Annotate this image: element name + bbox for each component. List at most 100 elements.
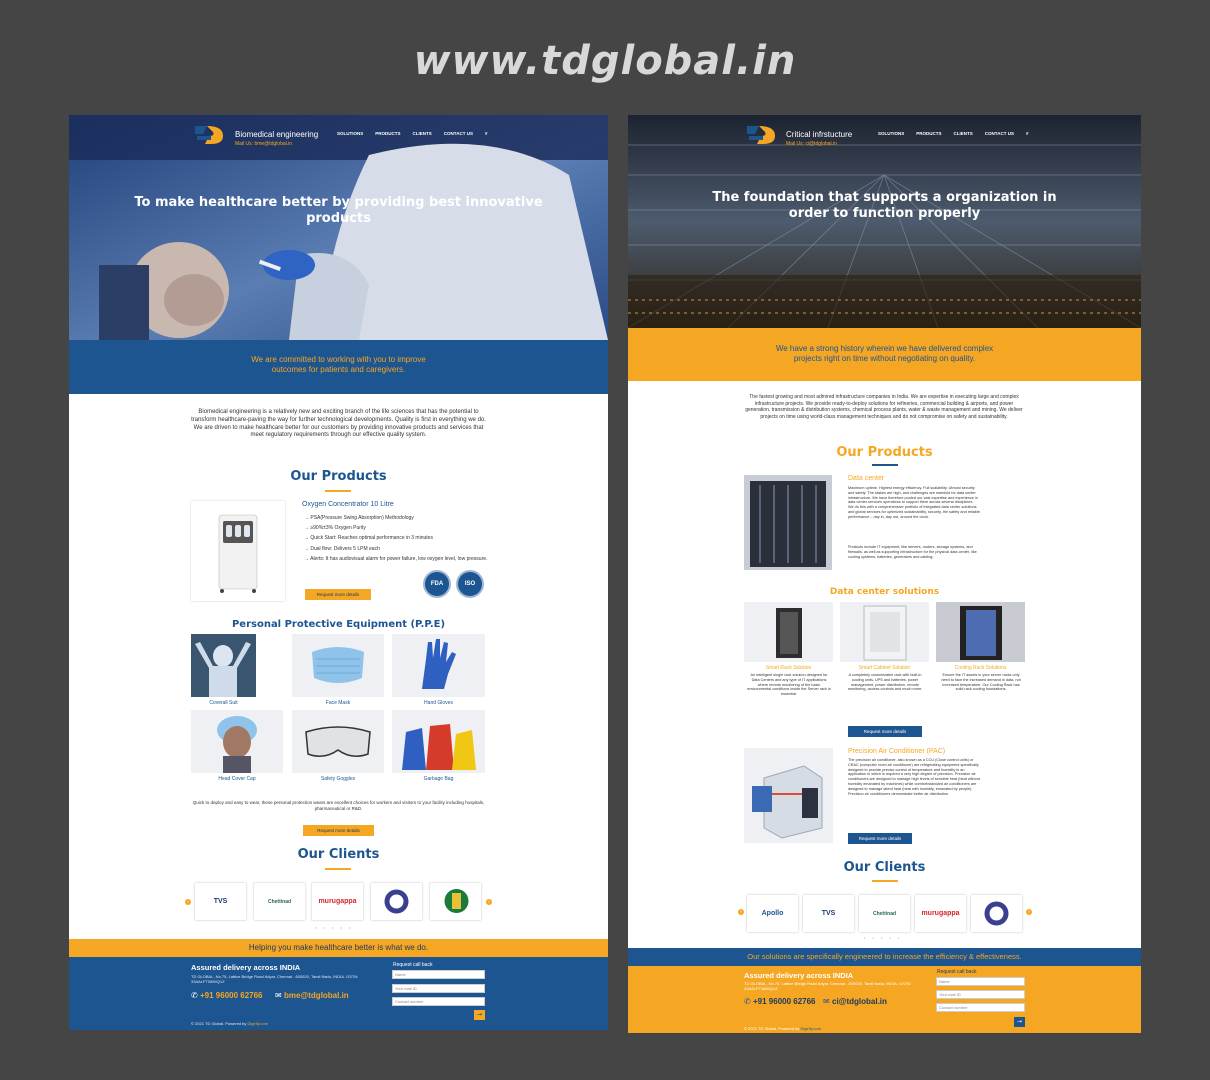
ppe-caption: Coverall Suit [209, 700, 238, 706]
client-logo-apollo: Apollo [747, 895, 798, 932]
clients-next-arrow[interactable]: › [1026, 909, 1032, 915]
intro-paragraph: The fastest growing and most admired inf… [745, 394, 1023, 420]
dc-solutions-heading: Data center solutions [829, 587, 940, 597]
footer-phone[interactable]: +91 96000 62766 [753, 997, 816, 1006]
nav-clients[interactable]: CLIENTS [413, 131, 432, 136]
pac-image [744, 748, 833, 843]
cooling-rack-image [936, 602, 1025, 662]
feature-item: → PSA(Pressure Swing Absorption) Methodo… [304, 515, 414, 521]
powered-by-link[interactable]: Digirify.com [247, 1021, 268, 1026]
hero-title: To make healthcare better by providing b… [134, 195, 543, 226]
clients-prev-arrow[interactable]: ‹ [185, 899, 191, 905]
name-input[interactable]: Name [936, 977, 1025, 986]
client-logo-chettinad: Chettinad [859, 895, 910, 932]
products-heading: Our Products [836, 445, 933, 460]
client-logo-tvs: TVS [195, 883, 246, 920]
footer-email[interactable]: bme@tdglobal.in [284, 991, 349, 1000]
clients-heading: Our Clients [297, 847, 380, 862]
nav-hash-link[interactable]: # [485, 131, 488, 136]
copyright-label: © 2021 TD Global. Powered by [191, 1021, 247, 1026]
oxygen-concentrator-image [191, 501, 285, 601]
commitment-text: We are committed to working with you to … [251, 355, 426, 374]
footer-address: TD GLOBAL, No.75, Lattice Bridge Road Ad… [191, 974, 359, 984]
nav-products[interactable]: PRODUCTS [916, 131, 941, 136]
submit-button[interactable]: → [474, 1010, 485, 1020]
nav-links: SOLUTIONS PRODUCTS CLIENTS CONTACT US # [878, 131, 1028, 136]
td-global-logo [195, 126, 223, 144]
mail-input[interactable]: Your mail ID [936, 990, 1025, 999]
coverall-suit-image [191, 634, 256, 697]
smart-rack-image [744, 602, 833, 662]
footer-address: TD GLOBAL, No.75, Lattice Bridge Road Ad… [744, 981, 912, 991]
request-details-button[interactable]: Request more details [303, 825, 374, 836]
footer-heading: Assured delivery across INDIA [744, 971, 854, 980]
product-name: Oxygen Concentrator 10 Litre [302, 501, 394, 508]
nav-clients[interactable]: CLIENTS [954, 131, 973, 136]
brand-mail-link[interactable]: Mail Us: bme@tdglobal.in [235, 141, 292, 147]
footer-tagline: Our solutions are specifically engineere… [747, 952, 1022, 961]
copyright-text: © 2021 TD Global. Powered by Digirify.co… [191, 1021, 268, 1026]
callback-label: Request call back [937, 969, 977, 975]
powered-by-link[interactable]: Digirify.com [800, 1026, 821, 1031]
dc-description: Maximum uptime. Highest energy efficienc… [848, 486, 980, 519]
mail-icon: ✉ [823, 997, 830, 1006]
carousel-dots[interactable]: • • • • • [864, 935, 902, 940]
footer-tagline: Helping you make healthcare better is wh… [248, 943, 429, 952]
nav-products[interactable]: PRODUCTS [375, 131, 400, 136]
nav-links: SOLUTIONS PRODUCTS CLIENTS CONTACT US # [337, 131, 487, 136]
solution-caption: Cooling Rack Solutions [954, 665, 1007, 671]
solution-description: Ensure the IT assets in your server rack… [941, 673, 1021, 692]
client-logo-chettinad: Chettinad [254, 883, 305, 920]
dc-title: Data center [848, 475, 885, 482]
railways-emblem-icon [984, 901, 1009, 926]
nav-contact-us[interactable]: CONTACT US [985, 131, 1014, 136]
clients-next-arrow[interactable]: › [486, 899, 492, 905]
nav-hash-link[interactable]: # [1026, 131, 1029, 136]
ppe-caption: Garbage Bag [423, 776, 454, 782]
name-input[interactable]: Name [392, 970, 485, 979]
footer: Assured delivery across INDIA TD GLOBAL,… [69, 957, 608, 1030]
ppe-caption: Safety Goggles [320, 776, 356, 782]
top-nav: Biomedical engineering Mail Us: bme@tdgl… [69, 121, 608, 151]
dc-products-description: Products include IT equipment, like serv… [848, 545, 977, 559]
client-logo-murugappa: murugappa [312, 883, 363, 920]
footer: Assured delivery across INDIA TD GLOBAL,… [628, 966, 1141, 1033]
carousel-dots[interactable]: • • • • • [315, 925, 353, 930]
mail-input[interactable]: Your mail ID [392, 984, 485, 993]
pac-title: Precision Air Conditioner (PAC) [848, 748, 946, 755]
contact-number-input[interactable]: Contact number [392, 997, 485, 1006]
hero-title: The foundation that supports a organizat… [712, 190, 1057, 221]
nav-solutions[interactable]: SOLUTIONS [337, 131, 363, 136]
feature-item: → Quick Start: Reaches optimal performan… [304, 535, 433, 542]
solution-description: An intelligent single rack solution desi… [747, 673, 831, 697]
smart-cabinet-image [840, 602, 929, 662]
products-underline [325, 490, 351, 492]
intro-paragraph: Biomedical engineering is a relatively n… [191, 409, 486, 439]
critical-infrastructure-page-screenshot: Critical infrstucture Mail Us: ci@tdglob… [628, 115, 1141, 1033]
history-text: We have a strong history wherein we have… [775, 344, 994, 363]
submit-button[interactable]: → [1014, 1017, 1025, 1027]
request-details-button[interactable]: Request more details [848, 726, 922, 737]
face-mask-image [292, 634, 384, 697]
nav-solutions[interactable]: SOLUTIONS [878, 131, 904, 136]
ppe-caption: Face Mask [325, 700, 351, 706]
contact-number-input[interactable]: Contact number [936, 1003, 1025, 1012]
data-center-image [744, 475, 832, 570]
garbage-bag-image [392, 710, 485, 773]
ppe-description: Quick to deploy and easy to wear, these … [192, 800, 485, 811]
clients-underline [872, 880, 898, 882]
clients-underline [325, 868, 351, 870]
td-global-logo [747, 126, 775, 144]
brand-title: Biomedical engineering [235, 130, 319, 139]
clients-prev-arrow[interactable]: ‹ [738, 909, 744, 915]
footer-email[interactable]: ci@tdglobal.in [832, 997, 887, 1006]
request-details-button[interactable]: Request more details [848, 833, 912, 844]
pac-description: The precision air conditioner, also know… [848, 758, 980, 796]
nav-contact-us[interactable]: CONTACT US [444, 131, 473, 136]
request-details-button[interactable]: Request more details [305, 589, 371, 600]
client-logo-murugappa: murugappa [915, 895, 966, 932]
solution-description: A completely customizable rack with buil… [847, 673, 923, 692]
ppe-caption: Hand Gloves [424, 700, 453, 706]
footer-phone[interactable]: +91 96000 62766 [200, 991, 263, 1000]
brand-mail-link[interactable]: Mail Us: ci@tdglobal.in [786, 141, 837, 147]
